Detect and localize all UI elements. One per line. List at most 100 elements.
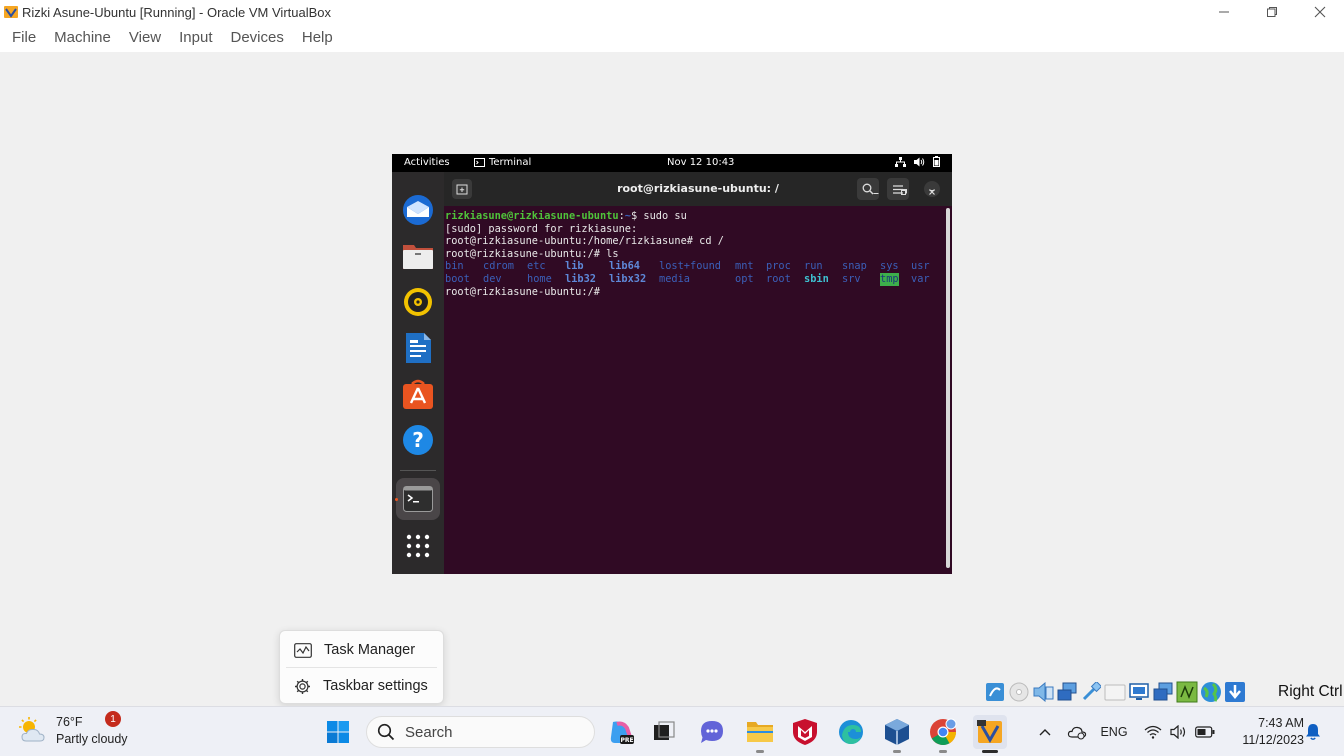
system-tray: ENG — [1032, 720, 1218, 744]
optical-drive-icon — [986, 683, 1004, 701]
optical-drive-status[interactable] — [984, 681, 1006, 703]
clock-time: 7:43 AM — [1258, 716, 1304, 730]
taskbar-clock[interactable]: 7:43 AM 11/12/2023 — [1228, 715, 1304, 749]
gnome-clock[interactable]: Nov 12 10:43 — [667, 157, 734, 168]
ls-entry: libx32 — [609, 272, 647, 285]
display-status[interactable] — [1128, 681, 1150, 703]
dock-thunderbird[interactable] — [400, 192, 436, 228]
onedrive-tray-button[interactable] — [1064, 720, 1090, 744]
taskbar-teams[interactable] — [695, 715, 729, 749]
mcafee-icon — [793, 719, 817, 745]
dock-writer[interactable] — [400, 330, 436, 366]
shared-folder-status[interactable] — [1104, 681, 1126, 703]
disc-status[interactable] — [1008, 681, 1030, 703]
taskbar-virtualbox-manager[interactable] — [880, 715, 914, 753]
recording-status[interactable] — [1152, 681, 1174, 703]
wifi-tray-button[interactable] — [1140, 720, 1166, 744]
notification-center-button[interactable] — [1305, 723, 1321, 745]
start-button[interactable] — [321, 715, 355, 749]
menu-machine[interactable]: Machine — [45, 24, 120, 52]
show-hidden-icons-button[interactable] — [1032, 720, 1058, 744]
ls-entry: root — [766, 272, 791, 285]
dock-rhythmbox[interactable] — [400, 284, 436, 320]
menu-file[interactable]: File — [3, 24, 45, 52]
taskbar-search[interactable]: Search — [366, 716, 595, 748]
dock-app-center[interactable] — [400, 376, 436, 412]
taskbar-context-menu: Task Manager Taskbar settings — [279, 630, 444, 704]
clipboard-status[interactable] — [1176, 681, 1198, 703]
virtualbox-icon — [4, 6, 18, 18]
gear-icon — [295, 678, 310, 694]
terminal-scrollbar[interactable] — [946, 208, 950, 568]
show-apps-icon — [406, 534, 430, 558]
battery-tray-button[interactable] — [1192, 720, 1218, 744]
taskbar-virtualbox-vm[interactable] — [973, 715, 1007, 753]
help-icon: ? — [403, 425, 433, 455]
ls-entry: usr — [911, 260, 930, 273]
weather-notification-badge: 1 — [105, 711, 121, 727]
taskbar-task-view[interactable] — [647, 715, 681, 749]
running-indicator — [982, 750, 998, 753]
app-menu-terminal[interactable]: Terminal — [474, 157, 531, 168]
app-center-icon — [403, 379, 433, 409]
system-menu[interactable] — [895, 156, 940, 167]
clock-date: 11/12/2023 — [1242, 733, 1304, 747]
app-menu-label: Terminal — [489, 157, 532, 168]
files-icon — [403, 245, 433, 269]
vbox-status-bar — [984, 680, 1246, 704]
input-language[interactable]: ENG — [1094, 725, 1134, 739]
task-manager-item[interactable]: Task Manager — [280, 632, 443, 668]
display-icon — [1129, 683, 1149, 700]
taskbar-copilot[interactable]: PRE — [604, 715, 638, 749]
dock-separator — [400, 470, 436, 471]
dock-terminal[interactable] — [396, 478, 440, 520]
ls-entry: cdrom — [483, 260, 514, 273]
volume-tray-button[interactable] — [1166, 720, 1192, 744]
file-explorer-icon — [747, 722, 773, 742]
menubar: File Machine View Input Devices Help — [0, 24, 1344, 52]
activities-button[interactable]: Activities — [404, 157, 450, 168]
running-indicator — [893, 750, 901, 753]
weather-condition: Partly cloudy — [56, 732, 128, 746]
terminal-maximize-btn[interactable] — [900, 181, 908, 200]
arrow-down-status[interactable] — [1224, 681, 1246, 703]
terminal-minimize-btn[interactable] — [872, 181, 880, 200]
menu-devices[interactable]: Devices — [222, 24, 293, 52]
weather-widget[interactable]: 76°F Partly cloudy 1 — [18, 711, 128, 748]
window-title: Rizki Asune-Ubuntu [Running] - Oracle VM… — [22, 4, 332, 20]
terminal-window[interactable]: root@rizkiasune-ubuntu: / rizkiasune@riz… — [444, 172, 952, 574]
dock-files[interactable] — [400, 238, 436, 274]
ls-entry: mnt — [735, 260, 754, 273]
menu-view[interactable]: View — [120, 24, 170, 52]
network-status[interactable] — [1056, 681, 1078, 703]
close-button[interactable] — [1296, 0, 1344, 24]
usb-icon — [1082, 682, 1101, 701]
dock-show-apps[interactable] — [400, 528, 436, 564]
globe-icon — [1201, 682, 1221, 702]
terminal-output[interactable]: rizkiasune@rizkiasune-ubuntu:~$ sudo su[… — [444, 206, 944, 574]
windows-start-icon — [327, 721, 349, 743]
restore-icon — [901, 189, 907, 195]
audio-icon — [1033, 682, 1054, 702]
restore-button[interactable] — [1248, 0, 1296, 24]
taskbar-edge[interactable] — [834, 715, 868, 749]
minimize-icon — [873, 193, 879, 194]
taskbar-chrome[interactable] — [926, 715, 960, 753]
taskbar-file-explorer[interactable] — [743, 715, 777, 753]
minimize-button[interactable] — [1200, 0, 1248, 24]
audio-status[interactable] — [1032, 681, 1054, 703]
bell-icon — [1306, 724, 1320, 740]
menu-help[interactable]: Help — [293, 24, 342, 52]
dock-help[interactable]: ? — [400, 422, 436, 458]
ls-entry: proc — [766, 260, 791, 273]
terminal-close-btn[interactable] — [928, 181, 936, 200]
globe-status[interactable] — [1200, 681, 1222, 703]
menu-input[interactable]: Input — [170, 24, 221, 52]
arrow-down-icon — [1225, 682, 1245, 702]
usb-status[interactable] — [1080, 681, 1102, 703]
vm-display[interactable]: Activities Terminal Nov 12 10:43 ? root@… — [392, 154, 952, 574]
taskbar-settings-item[interactable]: Taskbar settings — [280, 668, 443, 704]
task-manager-label: Task Manager — [324, 642, 416, 658]
taskbar-mcafee[interactable] — [788, 715, 822, 749]
ls-entry: boot — [445, 272, 470, 285]
